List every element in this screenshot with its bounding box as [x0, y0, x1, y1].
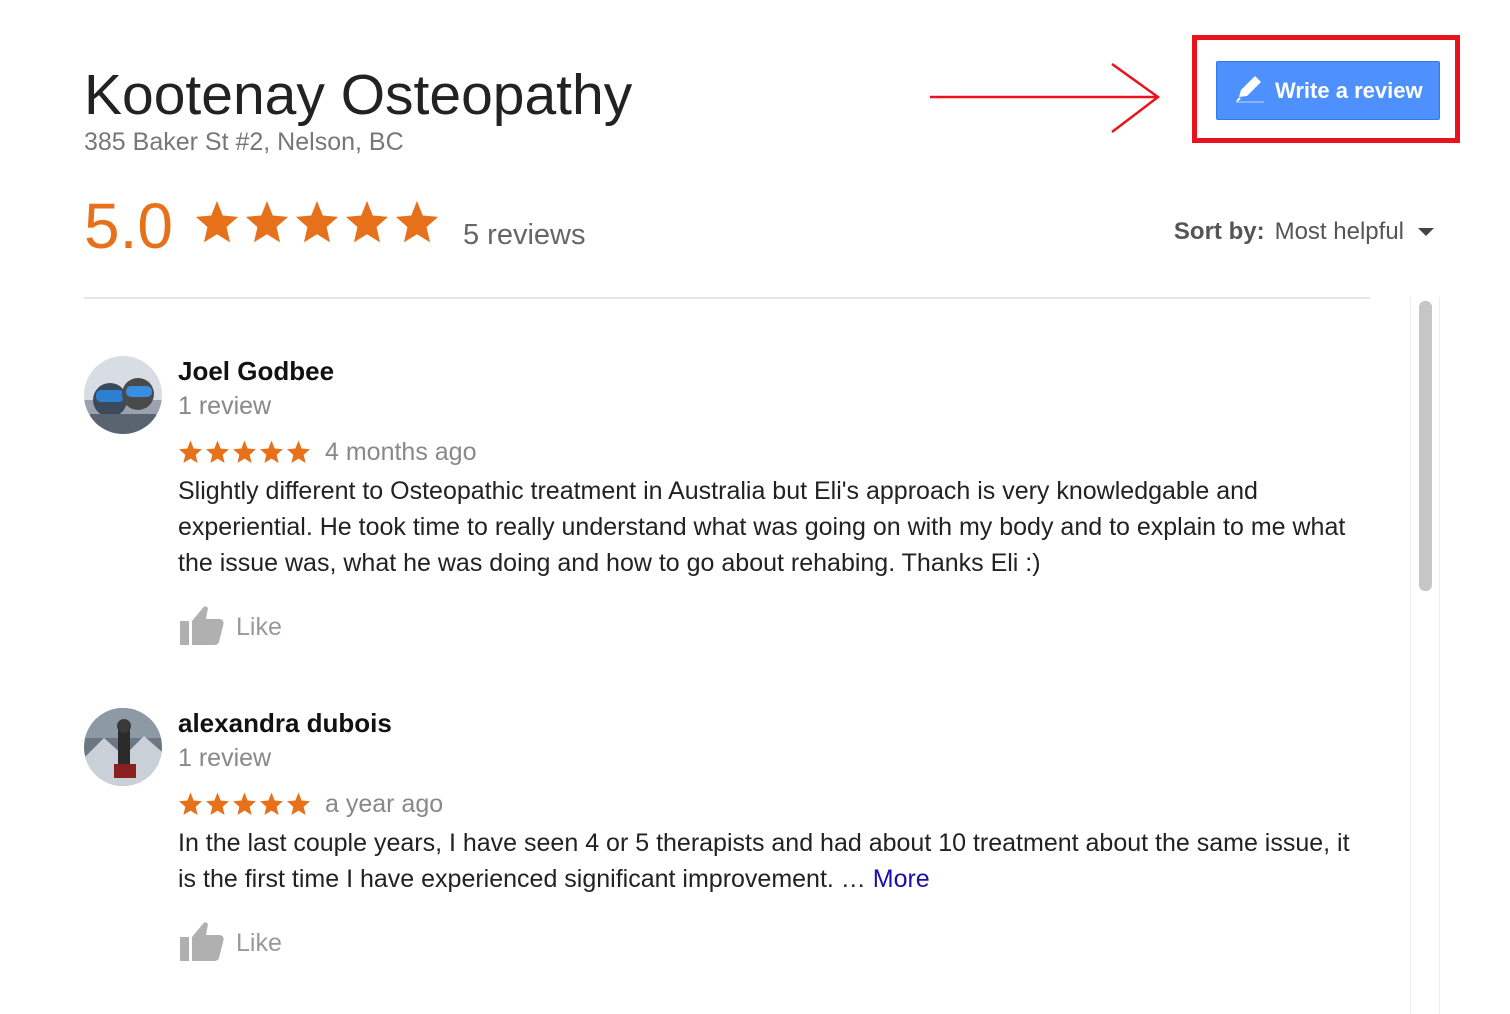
star-icon: [295, 200, 339, 243]
review-time: a year ago: [325, 789, 444, 818]
star-icon: [179, 792, 202, 816]
star-icon: [287, 440, 310, 464]
star-icon: [260, 440, 283, 464]
reviewer-review-count: 1 review: [178, 744, 272, 772]
sort-value: Most helpful: [1274, 218, 1404, 245]
thumbs-up-icon: [178, 919, 226, 968]
review-text: In the last couple years, I have seen 4 …: [178, 825, 1358, 897]
scrollbar[interactable]: [1410, 297, 1440, 1014]
review-text: Slightly different to Osteopathic treatm…: [178, 473, 1358, 581]
reviewer-name[interactable]: Joel Godbee: [178, 354, 1358, 388]
business-name: Kootenay Osteopathy: [84, 63, 633, 127]
divider: [84, 297, 1370, 299]
average-stars: [194, 198, 440, 246]
review-stars: [178, 791, 311, 817]
like-button[interactable]: Like: [178, 603, 1358, 652]
star-icon: [260, 792, 283, 816]
annotation-arrow: [928, 60, 1164, 140]
star-icon: [206, 792, 229, 816]
star-icon: [195, 200, 239, 243]
caret-down-icon: [1418, 228, 1434, 236]
avatar[interactable]: [84, 356, 162, 434]
like-button[interactable]: Like: [178, 919, 1358, 968]
reviewer-name[interactable]: alexandra dubois: [178, 706, 1358, 740]
star-icon: [179, 440, 202, 464]
review-text-body: In the last couple years, I have seen 4 …: [178, 829, 1350, 893]
star-icon: [233, 792, 256, 816]
review-count-link[interactable]: 5 reviews: [463, 219, 586, 252]
business-address: 385 Baker St #2, Nelson, BC: [84, 128, 404, 156]
average-rating: 5.0: [84, 190, 173, 262]
star-icon: [206, 440, 229, 464]
more-link[interactable]: More: [873, 865, 930, 893]
scrollbar-thumb[interactable]: [1419, 301, 1432, 591]
like-label: Like: [236, 929, 282, 957]
pencil-icon: [1233, 73, 1275, 108]
star-icon: [345, 200, 389, 243]
thumbs-up-icon: [178, 603, 226, 652]
star-icon: [233, 440, 256, 464]
review-time: 4 months ago: [325, 437, 477, 466]
star-icon: [287, 792, 310, 816]
like-label: Like: [236, 613, 282, 641]
avatar[interactable]: [84, 708, 162, 786]
sort-dropdown[interactable]: Sort by: Most helpful: [1174, 218, 1434, 246]
write-review-label: Write a review: [1275, 77, 1423, 103]
sort-label: Sort by:: [1173, 218, 1265, 245]
write-review-button[interactable]: Write a review: [1216, 61, 1440, 120]
star-icon: [245, 200, 289, 243]
review-text-body: Slightly different to Osteopathic treatm…: [178, 477, 1346, 577]
reviewer-review-count: 1 review: [178, 392, 272, 420]
review-stars: [178, 439, 311, 465]
star-icon: [395, 200, 439, 243]
